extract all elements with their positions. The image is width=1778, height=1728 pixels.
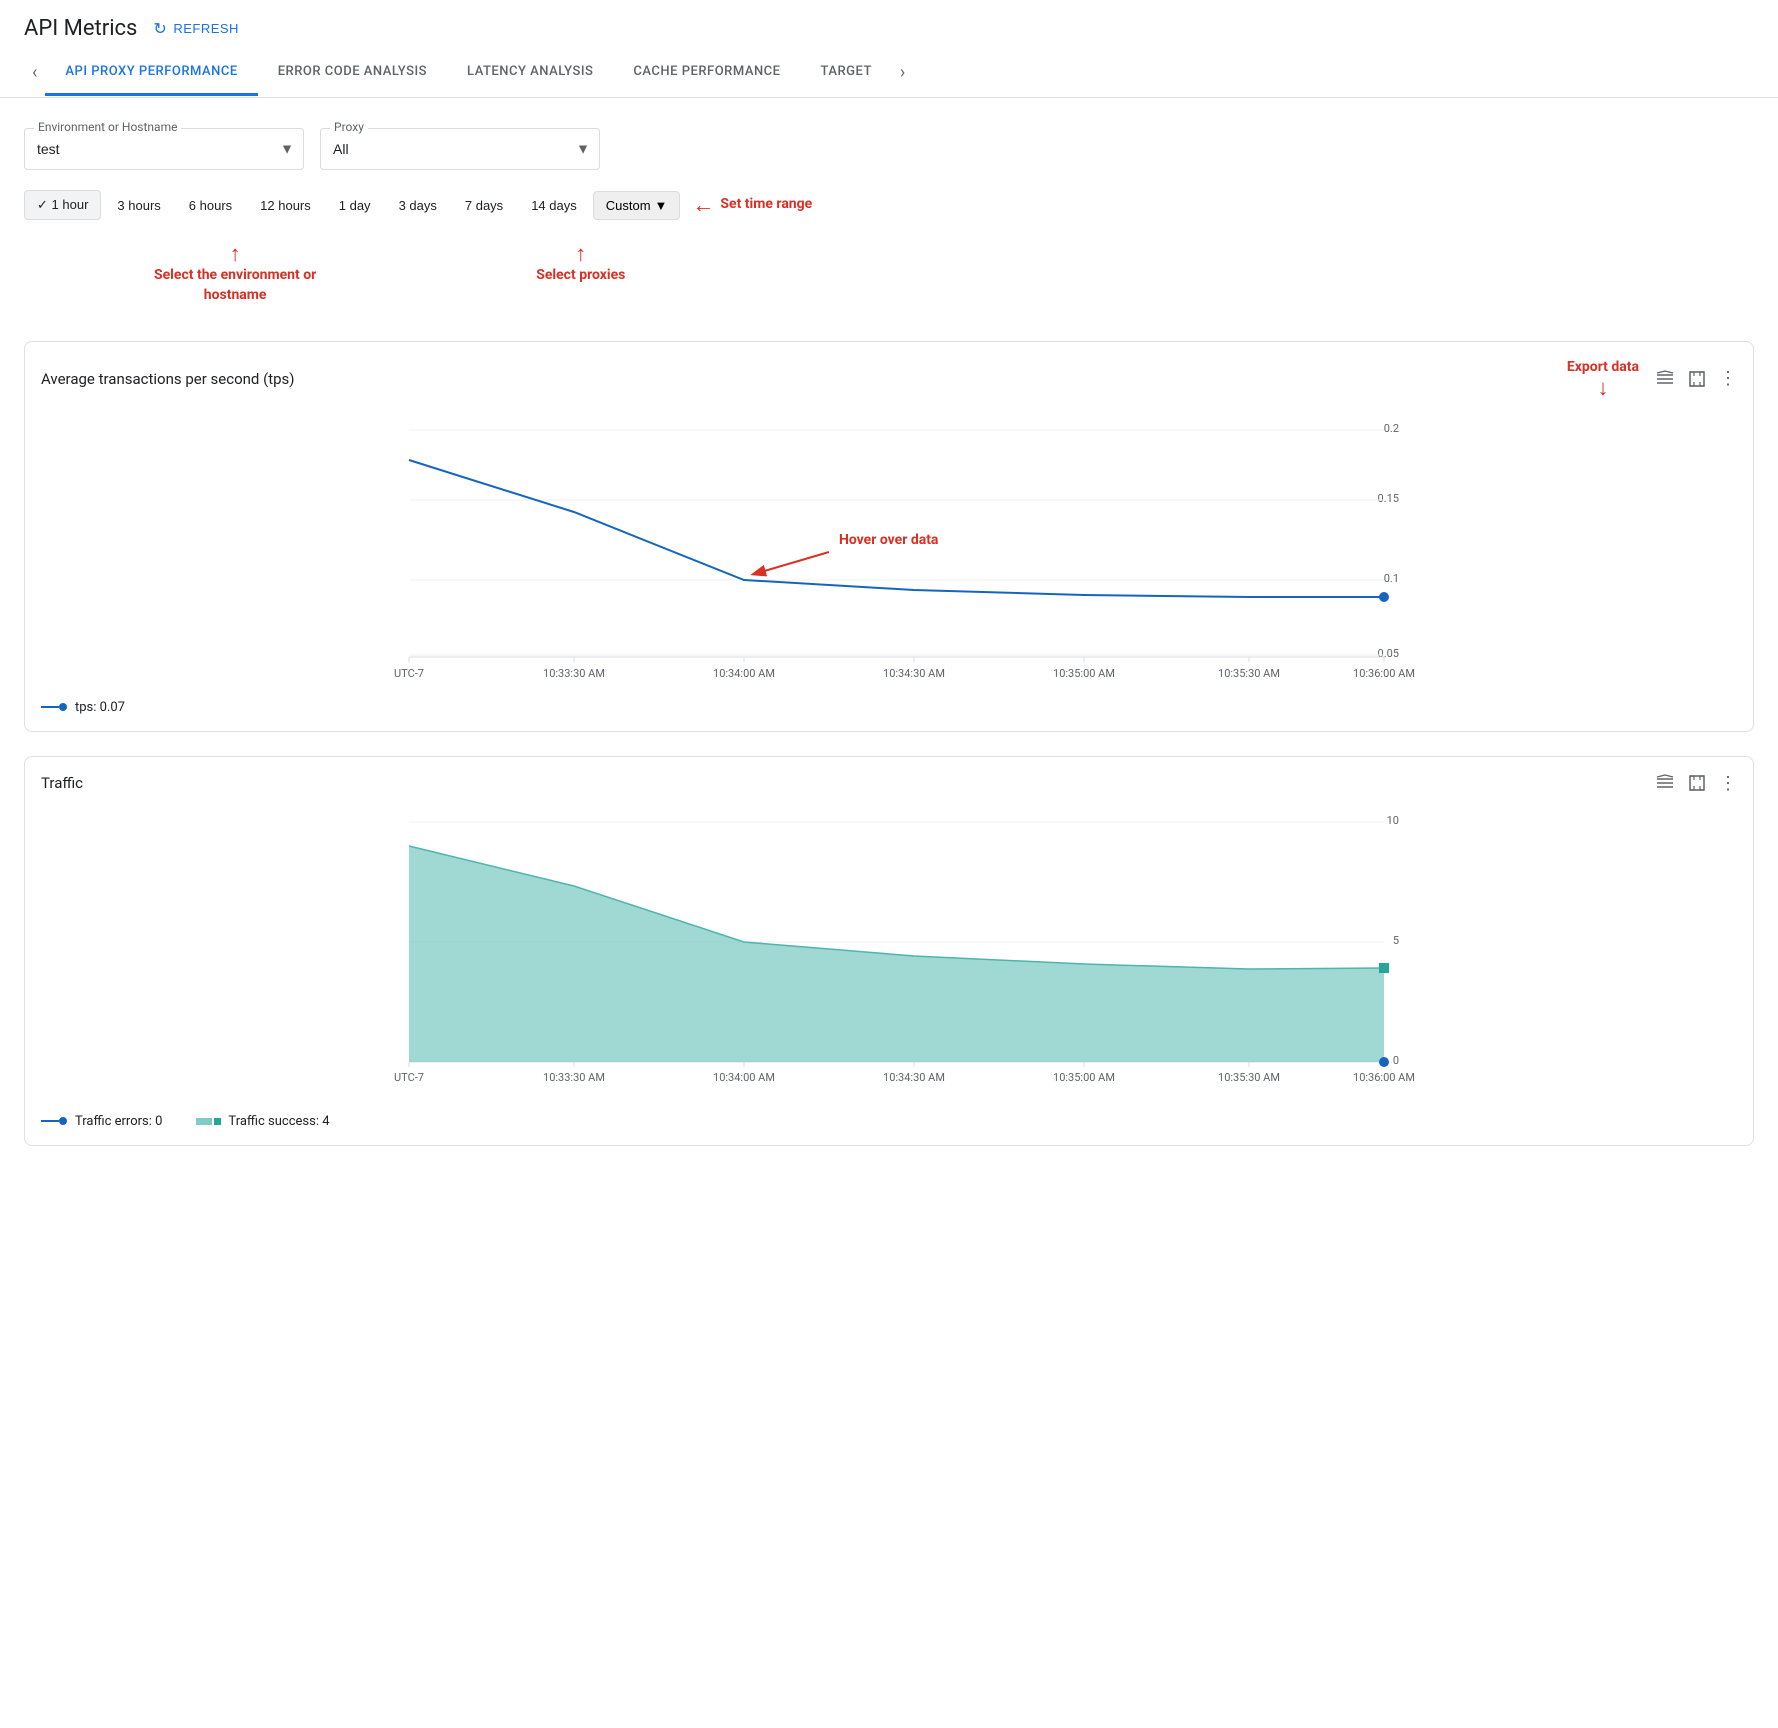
traffic-errors-legend-label: Traffic errors: 0 xyxy=(75,1114,162,1129)
tps-expand-icon[interactable] xyxy=(1687,369,1707,389)
traffic-errors-legend-icon xyxy=(41,1115,69,1127)
time-btn-1day[interactable]: 1 day xyxy=(327,192,383,219)
traffic-chart-icons: ⋮ xyxy=(1655,773,1737,794)
tps-chart-svg: 0.2 0.15 0.1 0.05 UT xyxy=(41,412,1737,692)
proxy-select[interactable]: All xyxy=(320,128,600,170)
tab-target[interactable]: TARGET xyxy=(801,50,892,96)
set-time-range-annotation: Set time range xyxy=(720,195,812,215)
page-title: API Metrics xyxy=(24,16,137,41)
proxy-arrow-up: ↑ xyxy=(575,244,586,266)
traffic-chart-area[interactable]: 10 5 0 UTC-7 10:33:30 AM xyxy=(41,806,1737,1106)
traffic-chart-header: Traffic ⋮ xyxy=(41,773,1737,794)
proxy-annotation-label: Select proxies xyxy=(536,266,625,286)
proxy-annotation: ↑ Select proxies xyxy=(536,244,625,305)
svg-text:Hover over data: Hover over data xyxy=(839,532,939,548)
tps-more-icon[interactable]: ⋮ xyxy=(1719,368,1737,389)
environment-field: Environment or Hostname test ▼ xyxy=(24,128,304,170)
svg-text:10:36:00 AM: 10:36:00 AM xyxy=(1353,667,1415,680)
svg-text:0.2: 0.2 xyxy=(1384,422,1399,435)
custom-dropdown-icon: ▼ xyxy=(655,198,668,213)
tps-chart-title: Average transactions per second (tps) xyxy=(41,370,295,388)
export-annotation: Export data ↓ xyxy=(1567,358,1639,400)
set-time-range-arrow: ← xyxy=(692,192,714,218)
export-arrow-down: ↓ xyxy=(1597,378,1608,400)
tab-cache-performance[interactable]: CACHE PERFORMANCE xyxy=(613,50,800,96)
traffic-layers-icon[interactable] xyxy=(1655,773,1675,793)
svg-text:10: 10 xyxy=(1387,814,1399,827)
traffic-expand-icon[interactable] xyxy=(1687,773,1707,793)
svg-text:10:33:30 AM: 10:33:30 AM xyxy=(543,1071,605,1084)
tps-legend-line-icon xyxy=(41,701,69,713)
tps-chart-header: Average transactions per second (tps) Ex… xyxy=(41,358,1737,400)
svg-text:5: 5 xyxy=(1393,934,1399,947)
env-arrow-up: ↑ xyxy=(230,244,241,266)
tps-legend-item: tps: 0.07 xyxy=(41,700,125,715)
environment-select-wrapper: test ▼ xyxy=(24,128,304,170)
env-annotation: ↑ Select the environment orhostname xyxy=(154,244,316,305)
time-btn-7days[interactable]: 7 days xyxy=(453,192,515,219)
tps-chart-area[interactable]: 0.2 0.15 0.1 0.05 UT xyxy=(41,412,1737,692)
traffic-errors-legend-item: Traffic errors: 0 xyxy=(41,1114,162,1129)
refresh-button[interactable]: ↻ REFRESH xyxy=(153,19,239,39)
time-btn-12hours[interactable]: 12 hours xyxy=(248,192,323,219)
tab-arrow-left[interactable]: ‹ xyxy=(24,49,45,97)
tps-chart-card: Average transactions per second (tps) Ex… xyxy=(24,341,1754,732)
tps-legend: tps: 0.07 xyxy=(41,700,1737,715)
traffic-chart-svg: 10 5 0 UTC-7 10:33:30 AM xyxy=(41,806,1737,1106)
header: API Metrics ↻ REFRESH xyxy=(0,0,1778,49)
svg-text:0: 0 xyxy=(1393,1054,1399,1067)
tab-latency-analysis[interactable]: LATENCY ANALYSIS xyxy=(447,50,613,96)
traffic-chart-title: Traffic xyxy=(41,774,83,792)
svg-text:10:34:30 AM: 10:34:30 AM xyxy=(883,667,945,680)
svg-text:10:35:30 AM: 10:35:30 AM xyxy=(1218,667,1280,680)
svg-text:UTC-7: UTC-7 xyxy=(394,667,424,680)
env-annotation-label: Select the environment orhostname xyxy=(154,266,316,305)
svg-text:10:34:30 AM: 10:34:30 AM xyxy=(883,1071,945,1084)
time-btn-3hours[interactable]: 3 hours xyxy=(105,192,172,219)
svg-text:0.05: 0.05 xyxy=(1378,647,1399,660)
traffic-success-legend-label: Traffic success: 4 xyxy=(228,1114,329,1129)
proxy-select-wrapper: All ▼ xyxy=(320,128,600,170)
svg-text:0.1: 0.1 xyxy=(1384,572,1399,585)
time-range-row: ✓ 1 hour 3 hours 6 hours 12 hours 1 day … xyxy=(24,190,1754,220)
time-btn-6hours[interactable]: 6 hours xyxy=(177,192,244,219)
svg-text:10:34:00 AM: 10:34:00 AM xyxy=(713,667,775,680)
svg-text:UTC-7: UTC-7 xyxy=(394,1071,424,1084)
svg-text:0.15: 0.15 xyxy=(1378,492,1399,505)
tps-chart-icons: Export data ↓ ⋮ xyxy=(1567,358,1737,400)
svg-text:10:36:00 AM: 10:36:00 AM xyxy=(1353,1071,1415,1084)
proxy-label: Proxy xyxy=(330,120,368,134)
tab-arrow-right[interactable]: › xyxy=(892,49,913,97)
refresh-icon: ↻ xyxy=(153,19,167,39)
svg-text:10:35:30 AM: 10:35:30 AM xyxy=(1218,1071,1280,1084)
svg-text:10:33:30 AM: 10:33:30 AM xyxy=(543,667,605,680)
tps-legend-label: tps: 0.07 xyxy=(75,700,125,715)
check-icon: ✓ xyxy=(37,197,48,212)
proxy-field: Proxy All ▼ xyxy=(320,128,600,170)
environment-label: Environment or Hostname xyxy=(34,120,181,134)
tps-layers-icon[interactable] xyxy=(1655,369,1675,389)
export-annotation-label: Export data xyxy=(1567,358,1639,378)
traffic-success-legend-item: Traffic success: 4 xyxy=(194,1114,329,1129)
traffic-legend: Traffic errors: 0 Traffic success: 4 xyxy=(41,1114,1737,1129)
time-btn-3days[interactable]: 3 days xyxy=(387,192,449,219)
svg-text:10:34:00 AM: 10:34:00 AM xyxy=(713,1071,775,1084)
traffic-more-icon[interactable]: ⋮ xyxy=(1719,773,1737,794)
time-btn-custom[interactable]: Custom ▼ xyxy=(593,191,681,220)
time-btn-14days[interactable]: 14 days xyxy=(519,192,589,219)
traffic-success-legend-icon xyxy=(194,1115,222,1127)
tab-error-code-analysis[interactable]: ERROR CODE ANALYSIS xyxy=(258,50,447,96)
svg-text:10:35:00 AM: 10:35:00 AM xyxy=(1053,1071,1115,1084)
tabs-bar: ‹ API PROXY PERFORMANCE ERROR CODE ANALY… xyxy=(0,49,1778,98)
traffic-chart-card: Traffic ⋮ 10 5 0 xyxy=(24,756,1754,1146)
environment-select[interactable]: test xyxy=(24,128,304,170)
filters-row: Environment or Hostname test ▼ Proxy All… xyxy=(24,118,1754,170)
svg-text:10:35:00 AM: 10:35:00 AM xyxy=(1053,667,1115,680)
main-content: Environment or Hostname test ▼ Proxy All… xyxy=(0,98,1778,1190)
time-btn-1hour[interactable]: ✓ 1 hour xyxy=(24,190,101,220)
tab-api-proxy-performance[interactable]: API PROXY PERFORMANCE xyxy=(45,50,257,96)
